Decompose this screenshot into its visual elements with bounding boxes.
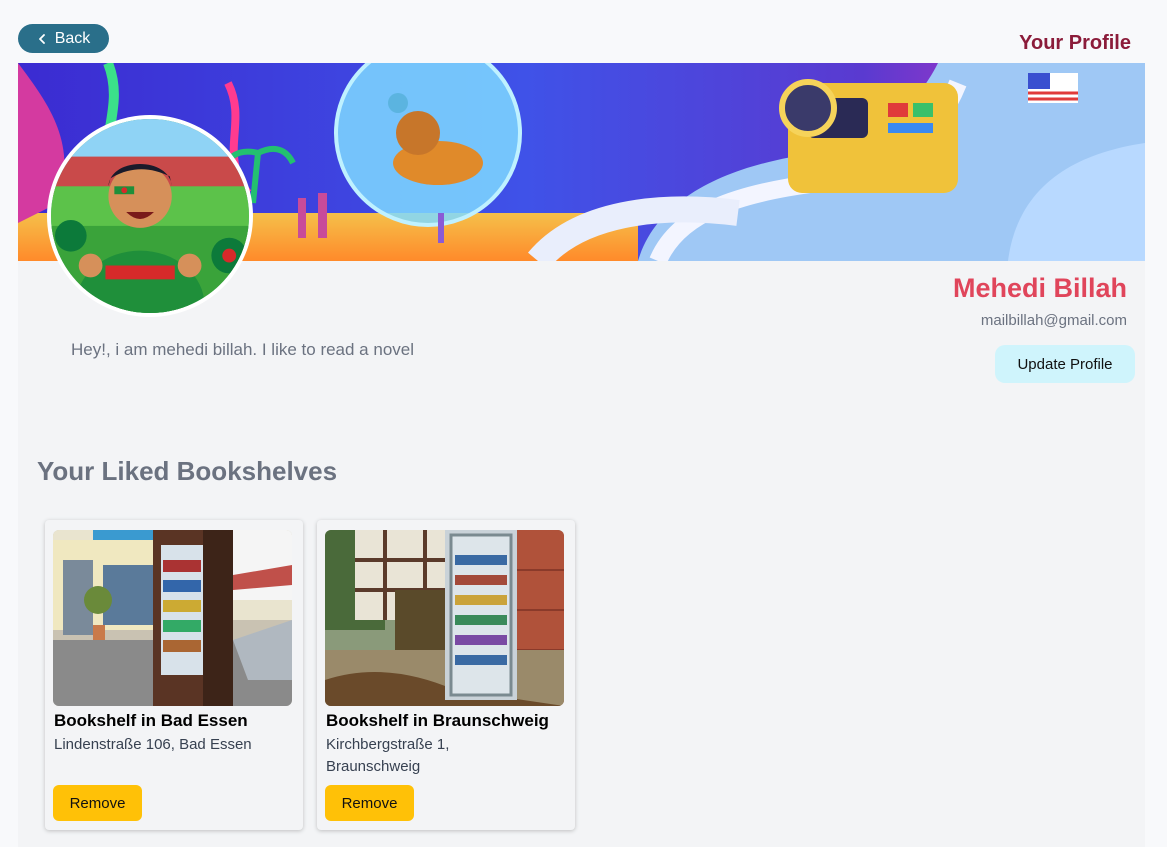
user-bio: Hey!, i am mehedi billah. I like to read…: [71, 340, 415, 359]
bookshelf-photo[interactable]: [325, 530, 564, 706]
remove-button[interactable]: Remove: [325, 785, 414, 821]
bookshelf-card: Bookshelf in Braunschweig Kirchbergstraß…: [317, 520, 575, 830]
bookshelf-address: Kirchbergstraße 1, Braunschweig: [326, 736, 450, 775]
bookshelf-title[interactable]: Bookshelf in Bad Essen: [54, 711, 248, 731]
back-button-label: Back: [54, 29, 91, 47]
profile-panel: Mehedi Billah mailbillah@gmail.com Hey!,…: [18, 63, 1145, 847]
page-title: Your Profile: [1019, 32, 1131, 54]
bookshelf-photo[interactable]: [53, 530, 292, 706]
user-email: mailbillah@gmail.com: [980, 312, 1127, 329]
remove-button[interactable]: Remove: [53, 785, 142, 821]
bookshelf-card: Bookshelf in Bad Essen Lindenstraße 106,…: [45, 520, 303, 830]
avatar[interactable]: [47, 115, 253, 317]
bookshelf-address: Lindenstraße 106, Bad Essen: [54, 736, 252, 753]
liked-bookshelves-heading: Your Liked Bookshelves: [37, 456, 338, 486]
chevron-left-icon: [38, 33, 45, 44]
back-button[interactable]: Back: [18, 24, 109, 53]
user-name: Mehedi Billah: [952, 273, 1127, 303]
update-profile-button[interactable]: Update Profile: [995, 345, 1135, 383]
bookshelf-title[interactable]: Bookshelf in Braunschweig: [326, 711, 549, 731]
